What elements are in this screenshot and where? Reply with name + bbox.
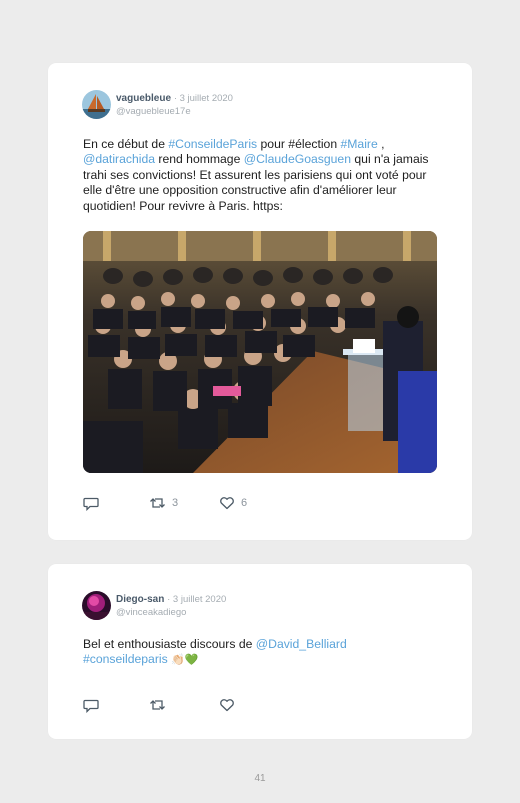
author-handle[interactable]: @vaguebleue17e [116,106,191,117]
author-handle[interactable]: @vinceakadiego [116,607,186,618]
reply-button[interactable] [83,697,99,713]
mention-link[interactable]: @datirachida [83,152,155,166]
author-name[interactable]: vaguebleue [116,93,171,104]
avatar-sailboat[interactable] [82,90,111,119]
hashtag-link[interactable]: #conseildeparis [83,652,168,666]
hashtag-link[interactable]: #Maire [340,137,377,151]
tweet-date[interactable]: · 3 juillet 2020 [167,594,226,605]
retweet-count: 3 [172,497,179,509]
mention-link[interactable]: @ClaudeGoasguen [244,152,351,166]
retweet-button[interactable]: 3 [149,495,178,511]
hashtag-link[interactable]: #ConseildeParis [168,137,257,151]
heart-icon [220,699,234,712]
tweet-card: Diego-san · 3 juillet 2020 @vinceakadieg… [48,564,472,739]
text-segment: , [377,137,385,151]
tweet-text: En ce début de #ConseildeParis pour #éle… [83,137,441,214]
text-segment: En ce début de [83,137,169,151]
like-button[interactable] [219,697,241,713]
avatar-purple[interactable] [82,591,111,620]
page-number: 41 [254,773,266,784]
tweet-actions [83,697,443,713]
author-line: Diego-san · 3 juillet 2020 [116,594,226,605]
heart-icon [220,497,234,510]
like-button[interactable]: 6 [219,495,247,511]
text-segment: pour #élection [257,137,341,151]
author-name[interactable]: Diego-san [116,594,164,605]
reply-icon [83,699,99,713]
text-segment: Bel et enthousiaste discours de [83,637,256,651]
text-segment: rend hommage [155,152,244,167]
tweet-photo[interactable] [83,231,437,473]
author-line: vaguebleue · 3 juillet 2020 [116,93,233,104]
tweet-text: Bel et enthousiaste discours de @David_B… [83,637,441,669]
tweet-card: vaguebleue · 3 juillet 2020 @vaguebleue1… [48,63,472,540]
retweet-icon [150,700,165,710]
mention-link[interactable]: @David_Belliard [256,637,347,651]
reply-icon [83,497,99,511]
like-count: 6 [241,497,248,509]
reply-button[interactable] [83,495,99,511]
retweet-icon [150,498,165,508]
tweet-actions: 3 6 [83,495,443,511]
retweet-button[interactable] [149,697,172,713]
emoji-text: 👏🏻💚 [171,654,199,667]
tweet-date[interactable]: · 3 juillet 2020 [174,93,233,104]
